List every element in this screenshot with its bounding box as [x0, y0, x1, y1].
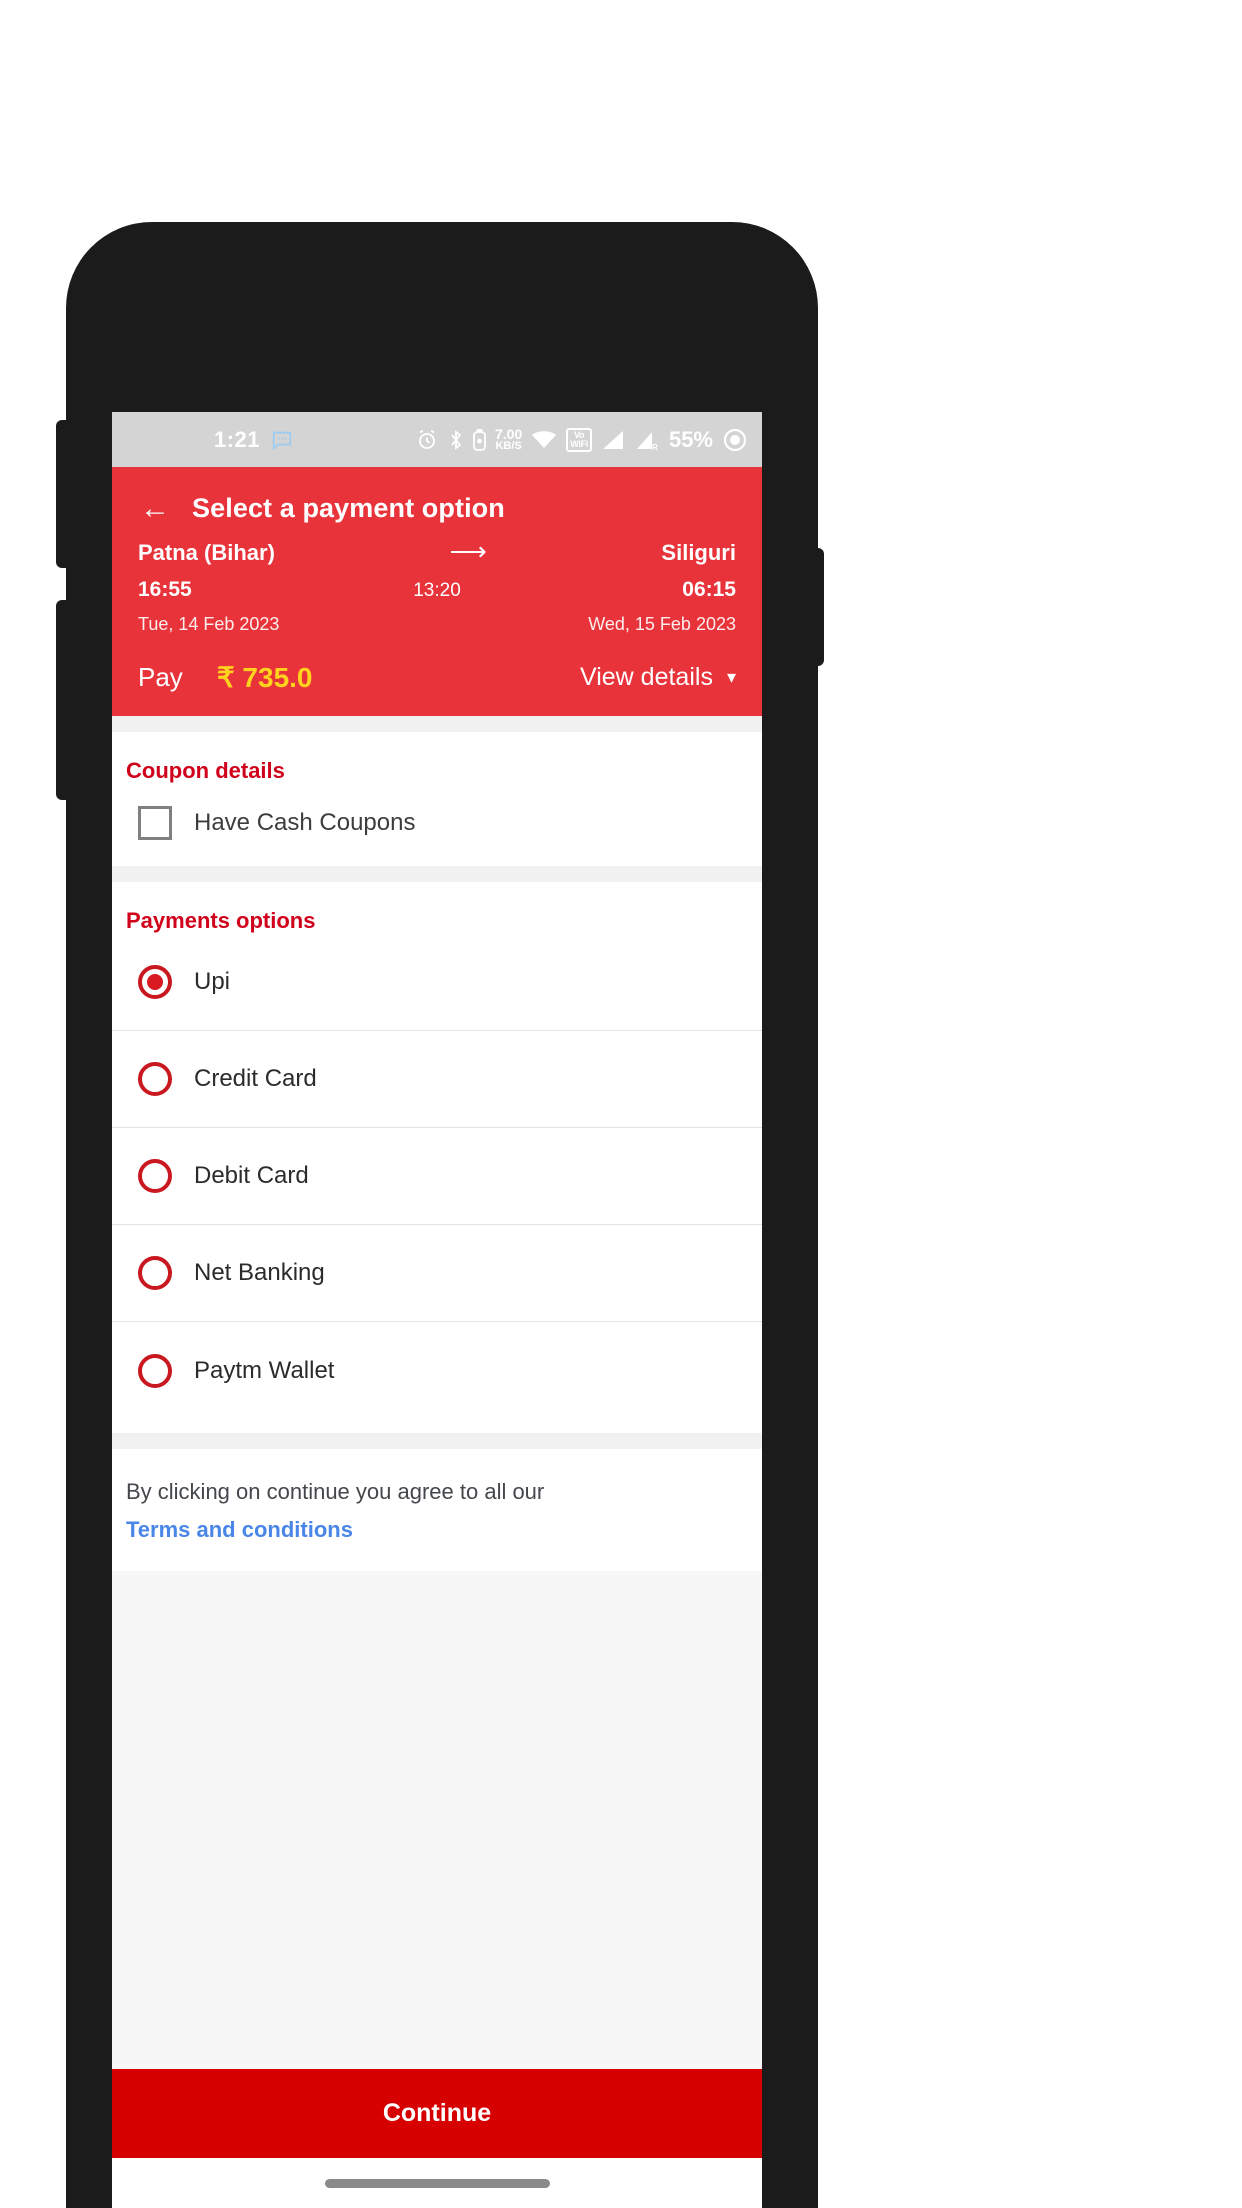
terms-section: By clicking on continue you agree to all… [112, 1449, 762, 1571]
message-bubble-icon [271, 429, 293, 451]
terms-text: By clicking on continue you agree to all… [126, 1479, 545, 1504]
data-rate-unit: KB/S [495, 440, 522, 452]
system-navigation-bar [112, 2158, 762, 2208]
back-arrow-icon[interactable]: ← [140, 493, 170, 524]
payment-option-paytm-wallet[interactable]: Paytm Wallet [112, 1322, 762, 1419]
wifi-icon [531, 429, 557, 451]
page-title: Select a payment option [192, 493, 505, 523]
data-rate-indicator: 7.00 KB/S [495, 427, 522, 452]
home-indicator[interactable] [324, 2178, 550, 2188]
empty-space [112, 1571, 762, 2069]
arrival-date: Wed, 15 Feb 2023 [588, 614, 736, 634]
right-arrow-icon: ⟶ [449, 536, 487, 566]
cash-coupon-checkbox[interactable] [138, 806, 172, 840]
view-details-label: View details [580, 663, 713, 691]
destination-city: Siliguri [661, 540, 736, 565]
cellular-signal-icon [601, 429, 625, 451]
payment-option-label: Debit Card [194, 1162, 309, 1189]
radio-credit-card[interactable] [138, 1062, 172, 1096]
battery-saver-icon [473, 428, 486, 452]
radio-paytm-wallet[interactable] [138, 1353, 172, 1388]
pay-label: Pay [138, 662, 183, 692]
vowifi-line2: WiFi [570, 438, 588, 449]
payment-options-section: Payments options Upi Credit Card Debit C… [112, 882, 762, 1433]
payment-option-label: Upi [194, 968, 231, 995]
power-button[interactable] [810, 548, 824, 666]
data-rate-value: 7.00 [494, 426, 523, 442]
payment-option-net-banking[interactable]: Net Banking [112, 1225, 762, 1322]
payment-option-label: Credit Card [194, 1065, 317, 1092]
svg-text:R: R [652, 443, 658, 451]
continue-button[interactable]: Continue [112, 2069, 762, 2158]
app-header: ← Select a payment option Patna (Bihar) … [112, 467, 762, 716]
amount-value: 735.0 [242, 662, 313, 693]
battery-percentage: 55% [668, 426, 713, 452]
section-divider [112, 866, 762, 882]
journey-duration: 13:20 [413, 580, 461, 601]
view-details-button[interactable]: View details ▾ [580, 663, 736, 692]
radio-net-banking[interactable] [138, 1256, 172, 1290]
cash-coupon-label: Have Cash Coupons [194, 809, 416, 836]
phone-screen: 1:21 7.00 KB/S Vo WiFi R 55% ← Select a … [112, 412, 762, 2208]
battery-circle-icon [722, 427, 748, 453]
chevron-down-icon: ▾ [726, 667, 736, 687]
screenshot-root: 1:21 7.00 KB/S Vo WiFi R 55% ← Select a … [0, 0, 1242, 2208]
cash-coupon-row[interactable]: Have Cash Coupons [112, 784, 762, 866]
bluetooth-icon [448, 428, 464, 452]
status-bar: 1:21 7.00 KB/S Vo WiFi R 55% [112, 412, 762, 467]
status-bar-clock: 1:21 [214, 426, 261, 452]
departure-date: Tue, 14 Feb 2023 [138, 614, 280, 634]
alarm-clock-icon [415, 428, 439, 452]
arrival-time: 06:15 [682, 578, 736, 601]
cellular-signal-roaming-icon: R [634, 429, 658, 452]
section-divider [112, 1433, 762, 1449]
origin-city: Patna (Bihar) [138, 540, 275, 565]
payment-option-credit-card[interactable]: Credit Card [112, 1031, 762, 1128]
radio-debit-card[interactable] [138, 1159, 172, 1193]
vowifi-icon: Vo WiFi [566, 427, 592, 452]
payment-option-debit-card[interactable]: Debit Card [112, 1128, 762, 1225]
currency-symbol: ₹ [216, 662, 235, 693]
payments-section-title: Payments options [126, 908, 316, 933]
pay-summary-row: Pay ₹ 735.0 View details ▾ [112, 637, 762, 694]
volume-down-button[interactable] [56, 600, 70, 800]
coupon-section: Coupon details Have Cash Coupons [112, 732, 762, 866]
coupon-section-title: Coupon details [126, 758, 285, 783]
volume-up-button[interactable] [56, 420, 70, 568]
journey-summary: Patna (Bihar) ⟶ Siliguri 16:55 13:20 06:… [112, 530, 762, 635]
payment-option-label: Paytm Wallet [194, 1356, 335, 1384]
radio-upi[interactable] [138, 965, 172, 999]
terms-and-conditions-link[interactable]: Terms and conditions [126, 1517, 762, 1543]
pay-amount: ₹ 735.0 [217, 661, 313, 694]
section-divider [112, 716, 762, 732]
payment-option-upi[interactable]: Upi [112, 934, 762, 1031]
payment-option-label: Net Banking [194, 1259, 325, 1286]
departure-time: 16:55 [138, 578, 192, 601]
